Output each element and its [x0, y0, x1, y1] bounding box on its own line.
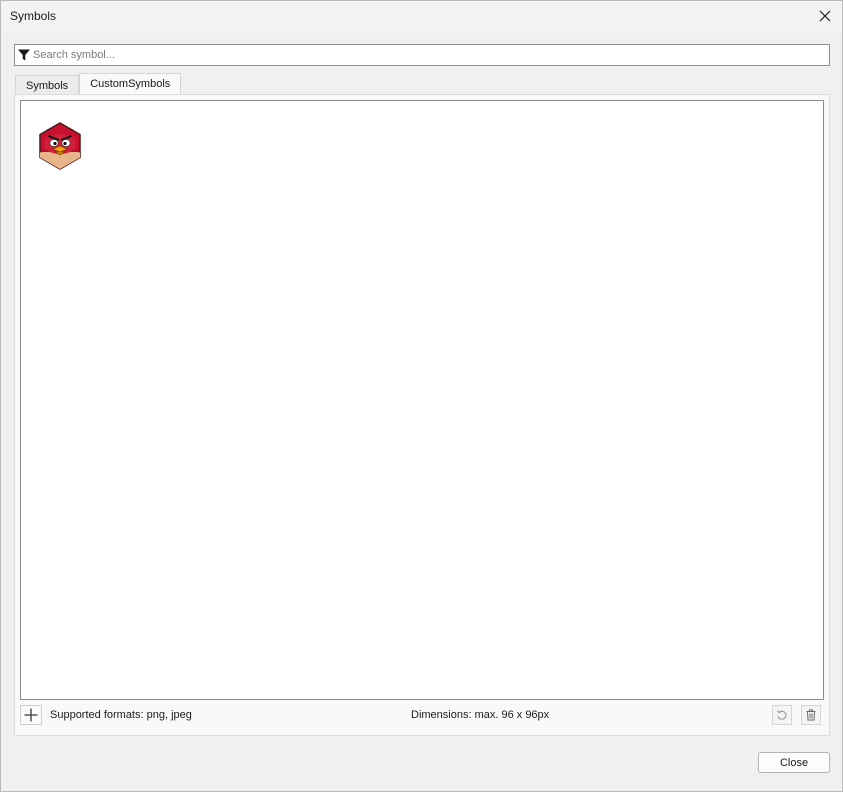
tab-panel: Supported formats: png, jpeg Dimensions:…	[14, 94, 830, 736]
filter-icon	[18, 49, 30, 61]
symbol-item[interactable]	[38, 122, 82, 170]
delete-button[interactable]	[801, 705, 821, 725]
plus-icon	[24, 708, 38, 722]
dimensions-text: Dimensions: max. 96 x 96px	[411, 709, 550, 721]
close-icon	[819, 10, 831, 22]
reset-button[interactable]	[772, 705, 792, 725]
panel-footer: Supported formats: png, jpeg Dimensions:…	[20, 705, 824, 729]
window-title: Symbols	[10, 9, 57, 23]
title-bar: Symbols	[1, 1, 842, 31]
symbols-dialog: Symbols Symbols CustomSymbols	[0, 0, 843, 792]
trash-icon	[806, 709, 816, 721]
tab-symbols[interactable]: Symbols	[15, 75, 80, 95]
search-input[interactable]	[33, 46, 823, 64]
angry-bird-red-icon	[39, 122, 81, 170]
search-box	[14, 44, 830, 66]
window-close-button[interactable]	[808, 1, 842, 31]
supported-formats-text: Supported formats: png, jpeg	[50, 709, 192, 721]
undo-icon	[777, 710, 787, 720]
add-symbol-button[interactable]	[20, 705, 42, 725]
tab-custom-symbols[interactable]: CustomSymbols	[79, 73, 182, 95]
tab-bar: Symbols CustomSymbols	[15, 73, 182, 95]
symbol-grid[interactable]	[20, 100, 824, 700]
close-button[interactable]: Close	[758, 752, 830, 773]
